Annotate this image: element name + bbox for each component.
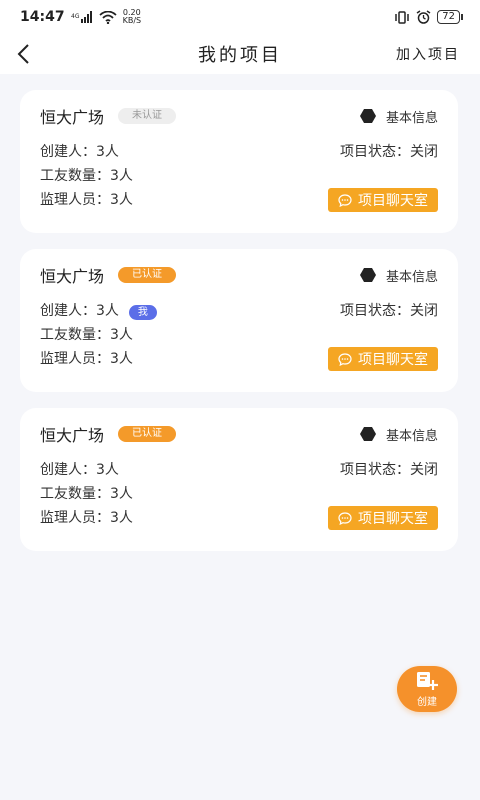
status-bar: 14:47 4G 0.20 KB/S 72: [0, 0, 480, 34]
project-name: 恒大广场: [40, 426, 105, 445]
detail-row: 工友数量：3人: [40, 166, 438, 184]
worker-count: 工友数量：3人: [40, 326, 133, 343]
net-speed: 0.20 KB/S: [123, 9, 142, 25]
worker-count: 工友数量：3人: [40, 167, 133, 184]
project-list: 恒大广场 未认证 基本信息 创建人：3人 项目状态：关闭 工友数量：3人 监理人…: [0, 74, 480, 551]
chat-button-label: 项目聊天室: [358, 352, 428, 368]
project-card[interactable]: 恒大广场 已认证 基本信息 创建人：3人 项目状态：关闭 工友数量：3人 监理人…: [20, 408, 458, 551]
card-title-group: 恒大广场 未认证: [40, 104, 177, 128]
chat-bubble-icon: [338, 511, 352, 525]
project-chat-button[interactable]: 项目聊天室: [328, 188, 438, 212]
battery-indicator: 72: [437, 10, 463, 24]
project-chat-button[interactable]: 项目聊天室: [328, 506, 438, 530]
basic-info-label: 基本信息: [385, 428, 438, 444]
chat-bubble-icon: [338, 352, 352, 366]
project-name: 恒大广场: [40, 267, 105, 286]
detail-row: 创建人：3人 项目状态：关闭: [40, 460, 438, 478]
chat-button-label: 项目聊天室: [358, 193, 428, 209]
vibrate-icon: [395, 10, 410, 24]
creator-count: 创建人：3人: [40, 302, 119, 319]
supervisor-count: 监理人员：3人: [40, 509, 133, 526]
hexagon-icon: [359, 268, 376, 282]
back-button[interactable]: [16, 39, 46, 69]
me-tag: 我: [128, 304, 157, 320]
card-header: 恒大广场 已认证 基本信息: [40, 263, 438, 287]
project-status: 项目状态：关闭: [340, 143, 438, 160]
hexagon-icon: [359, 427, 376, 441]
signal-icon: 4G: [71, 11, 92, 23]
creator-group: 创建人：3人我: [40, 300, 157, 320]
nav-bar: 我的项目 加入项目: [0, 34, 480, 74]
card-title-group: 恒大广场 已认证: [40, 422, 177, 446]
detail-row: 创建人：3人 项目状态：关闭: [40, 142, 438, 160]
detail-row: 工友数量：3人: [40, 325, 438, 343]
verification-badge: 已认证: [118, 426, 177, 442]
svg-text:4G: 4G: [71, 13, 80, 20]
worker-count: 工友数量：3人: [40, 485, 133, 502]
project-card[interactable]: 恒大广场 已认证 基本信息 创建人：3人我 项目状态：关闭 工友数量：3人 监理…: [20, 249, 458, 392]
status-right: 72: [394, 10, 463, 24]
create-project-button[interactable]: 创建: [397, 666, 457, 712]
project-name: 恒大广场: [40, 108, 105, 127]
chat-button-label: 项目聊天室: [358, 511, 428, 527]
card-header: 恒大广场 未认证 基本信息: [40, 104, 438, 128]
basic-info-label: 基本信息: [385, 110, 438, 126]
card-title-group: 恒大广场 已认证: [40, 263, 177, 287]
creator-count: 创建人：3人: [40, 143, 119, 160]
verification-badge: 未认证: [118, 108, 177, 124]
detail-row: 工友数量：3人: [40, 484, 438, 502]
chat-bubble-icon: [338, 193, 352, 207]
card-header: 恒大广场 已认证 基本信息: [40, 422, 438, 446]
project-chat-button[interactable]: 项目聊天室: [328, 347, 438, 371]
supervisor-count: 监理人员：3人: [40, 191, 133, 208]
basic-info-label: 基本信息: [385, 269, 438, 285]
detail-row: 创建人：3人我 项目状态：关闭: [40, 300, 438, 320]
wifi-icon: [98, 10, 117, 24]
net-speed-unit: KB/S: [122, 16, 142, 25]
basic-info-link[interactable]: 基本信息: [359, 266, 438, 285]
creator-count: 创建人：3人: [40, 461, 119, 478]
basic-info-link[interactable]: 基本信息: [359, 425, 438, 444]
chevron-left-icon: [17, 44, 29, 64]
add-document-icon: [417, 671, 438, 690]
supervisor-count: 监理人员：3人: [40, 350, 133, 367]
create-label: 创建: [417, 696, 437, 708]
status-time: 14:47: [20, 9, 65, 25]
project-status: 项目状态：关闭: [340, 461, 438, 478]
project-card[interactable]: 恒大广场 未认证 基本信息 创建人：3人 项目状态：关闭 工友数量：3人 监理人…: [20, 90, 458, 233]
status-left: 14:47 4G 0.20 KB/S: [20, 9, 142, 26]
project-status: 项目状态：关闭: [340, 302, 438, 319]
join-project-button[interactable]: 加入项目: [396, 44, 460, 64]
alarm-icon: [416, 10, 431, 24]
verification-badge: 已认证: [118, 267, 177, 283]
hexagon-icon: [359, 109, 376, 123]
basic-info-link[interactable]: 基本信息: [359, 107, 438, 126]
